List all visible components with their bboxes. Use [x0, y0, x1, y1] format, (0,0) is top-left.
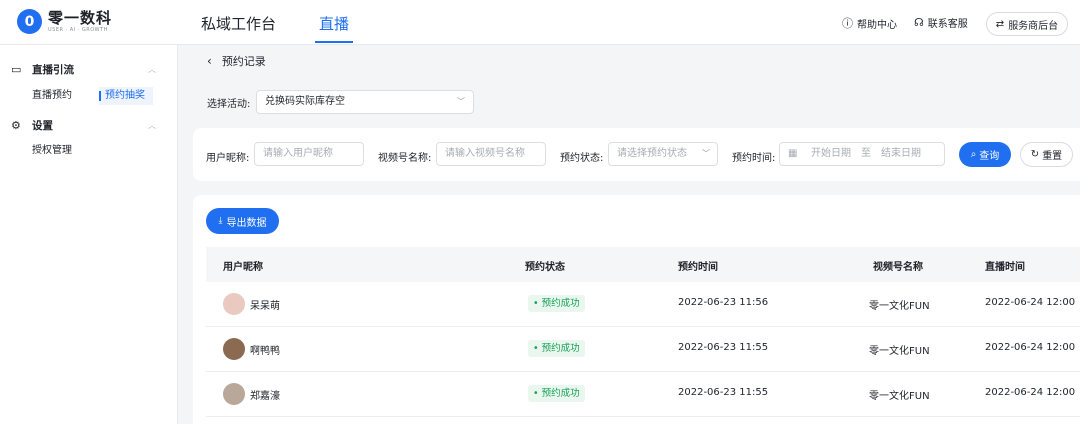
- chevron-down-icon: ﹀: [457, 97, 465, 106]
- date-range-picker[interactable]: ▦ 开始日期 至 结束日期: [779, 142, 945, 166]
- contact-support-link[interactable]: ☊ 联系客服: [914, 15, 968, 30]
- service-backend-button[interactable]: ⇄ 服务商后台: [986, 12, 1068, 36]
- breadcrumb: ‹ 预约记录: [207, 53, 266, 69]
- avatar: [223, 338, 245, 360]
- refresh-icon: ↻: [1030, 149, 1040, 160]
- chevron-up-icon[interactable]: ︿: [148, 64, 156, 75]
- filter-panel: 用户昵称: 请输入用户昵称 视频号名称: 请输入视频号名称 预约状态: 请选择预…: [193, 128, 1080, 181]
- records-table-card: ⤓ 导出数据 用户昵称 预约状态 预约时间 视频号名称 直播时间 呆呆萌 • 预…: [193, 195, 1080, 424]
- table-row: 呆呆萌 • 预约成功 2022-06-23 11:56 零一文化FUN 2022…: [206, 282, 1080, 327]
- query-label: 查询: [979, 151, 1000, 162]
- channel-input[interactable]: 请输入视频号名称: [436, 142, 546, 166]
- swap-icon: ⇄: [995, 18, 1005, 30]
- table-header: 用户昵称 预约状态 预约时间 视频号名称 直播时间: [206, 247, 1080, 282]
- channel-label: 视频号名称:: [378, 153, 432, 164]
- table-row: 郑嘉濠 • 预约成功 2022-06-23 11:55 零一文化FUN 2022…: [206, 372, 1080, 417]
- sidebar-group-label: 设置: [32, 119, 53, 132]
- start-date[interactable]: 开始日期: [811, 143, 851, 165]
- row-reserve-time: 2022-06-23 11:56: [678, 297, 769, 308]
- sidebar: ▭ 直播引流 ︿ 直播预约 预约抽奖 ⚙ 设置 ︿ 授权管理: [0, 45, 178, 424]
- row-nickname: 啊鸭鸭: [250, 346, 280, 357]
- sidebar-group-live-traffic[interactable]: ▭ 直播引流: [11, 59, 74, 79]
- column-header: 视频号名称: [873, 262, 923, 273]
- status-badge: • 预约成功: [528, 385, 585, 402]
- export-label: 导出数据: [226, 217, 267, 229]
- activity-label: 选择活动:: [207, 99, 251, 110]
- status-badge: • 预约成功: [528, 340, 585, 357]
- chevron-left-icon[interactable]: ‹: [207, 54, 212, 68]
- query-button[interactable]: ⌕ 查询: [959, 142, 1011, 167]
- contact-support-label: 联系客服: [927, 19, 968, 30]
- reset-button[interactable]: ↻ 重置: [1020, 142, 1073, 167]
- calendar-icon: ▦: [788, 148, 798, 159]
- brand-logo[interactable]: 0 零一数科 USER · AI · GROWTH: [17, 9, 112, 34]
- row-reserve-time: 2022-06-23 11:55: [678, 342, 769, 353]
- status-select[interactable]: 请选择预约状态 ﹀: [608, 142, 718, 166]
- top-bar: 0 零一数科 USER · AI · GROWTH 私域工作台 直播 ⓘ 帮助中…: [0, 0, 1080, 45]
- row-live-time: 2022-06-24 12:00: [985, 387, 1076, 398]
- download-icon: ⤓: [218, 216, 223, 226]
- column-header: 用户昵称: [223, 262, 263, 273]
- table-row: 啊鸭鸭 • 预约成功 2022-06-23 11:55 零一文化FUN 2022…: [206, 327, 1080, 372]
- headset-icon: ☊: [914, 16, 924, 29]
- status-label: 预约状态:: [560, 153, 604, 164]
- avatar: [223, 383, 245, 405]
- column-header: 预约状态: [525, 262, 565, 273]
- help-circle-icon: ⓘ: [842, 17, 853, 30]
- help-center-label: 帮助中心: [857, 19, 897, 31]
- sidebar-item-reservation-lottery[interactable]: 预约抽奖: [99, 87, 153, 105]
- status-badge: • 预约成功: [528, 295, 585, 312]
- row-channel: 零一文化FUN: [869, 301, 930, 312]
- sidebar-group-label: 直播引流: [32, 63, 74, 76]
- end-date[interactable]: 结束日期: [881, 143, 921, 165]
- nickname-label: 用户昵称:: [206, 153, 250, 164]
- chevron-up-icon[interactable]: ︿: [148, 120, 156, 131]
- brand-tagline: USER · AI · GROWTH: [48, 26, 108, 33]
- help-center-link[interactable]: ⓘ 帮助中心: [842, 15, 897, 31]
- service-backend-label: 服务商后台: [1008, 20, 1059, 32]
- activity-value: 兑换码实际库存空: [265, 96, 345, 107]
- brand-mark-icon: 0: [17, 9, 42, 34]
- video-camera-icon: ▭: [11, 62, 22, 76]
- column-header: 预约时间: [678, 262, 718, 273]
- row-live-time: 2022-06-24 12:00: [985, 297, 1076, 308]
- chevron-down-icon: ﹀: [702, 149, 710, 158]
- nickname-input[interactable]: 请输入用户昵称: [254, 142, 364, 166]
- row-channel: 零一文化FUN: [869, 391, 930, 402]
- activity-select[interactable]: 兑换码实际库存空 ﹀: [256, 90, 474, 114]
- tab-live[interactable]: 直播: [314, 0, 354, 45]
- sidebar-item-authorization[interactable]: 授权管理: [32, 142, 72, 160]
- sidebar-group-settings[interactable]: ⚙ 设置: [11, 115, 53, 135]
- reset-label: 重置: [1042, 151, 1063, 162]
- brand-name: 零一数科: [48, 8, 113, 27]
- row-live-time: 2022-06-24 12:00: [985, 342, 1076, 353]
- time-label: 预约时间:: [732, 153, 776, 164]
- row-reserve-time: 2022-06-23 11:55: [678, 387, 769, 398]
- sidebar-item-live-reservation[interactable]: 直播预约: [32, 87, 72, 105]
- status-placeholder: 请选择预约状态: [617, 148, 687, 159]
- column-header: 直播时间: [985, 262, 1025, 273]
- gear-icon: ⚙: [11, 118, 21, 132]
- tab-private-workbench[interactable]: 私域工作台: [201, 0, 276, 45]
- search-icon: ⌕: [970, 149, 977, 160]
- avatar: [223, 293, 245, 315]
- export-button[interactable]: ⤓ 导出数据: [206, 208, 279, 234]
- row-nickname: 呆呆萌: [250, 301, 280, 312]
- date-separator: 至: [861, 148, 871, 159]
- row-channel: 零一文化FUN: [869, 346, 930, 357]
- row-nickname: 郑嘉濠: [250, 391, 280, 402]
- page-title: 预约记录: [221, 55, 266, 68]
